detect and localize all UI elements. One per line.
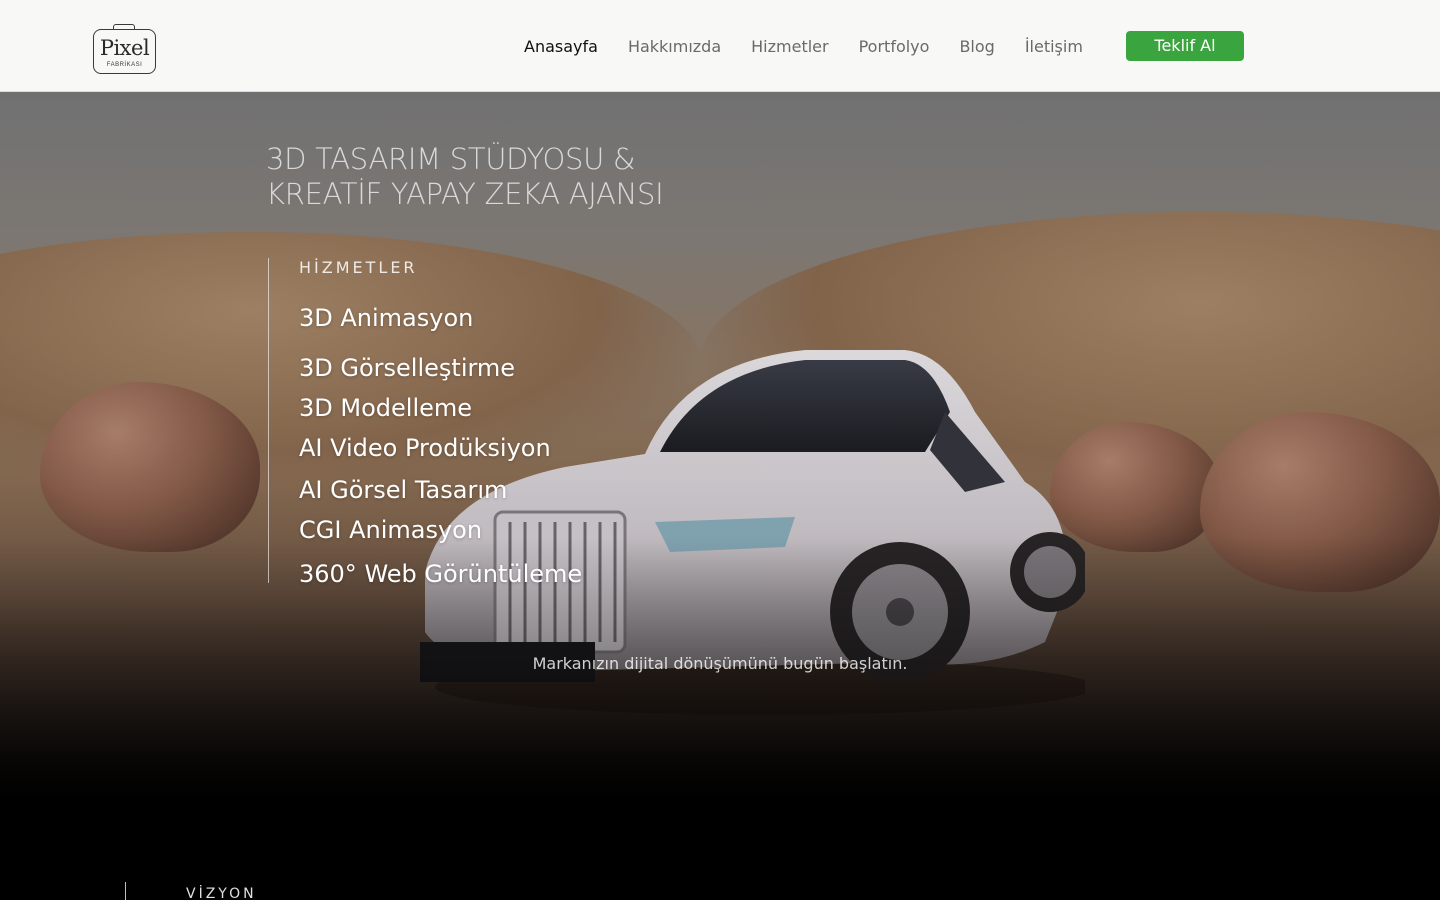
nav-item-iletisim[interactable]: İletişim bbox=[1025, 37, 1083, 56]
hero-title: 3D TASARIM STÜDYOSU & KREATİF YAPAY ZEKA… bbox=[266, 142, 866, 212]
hero-section: 3D TASARIM STÜDYOSU & KREATİF YAPAY ZEKA… bbox=[0, 92, 1440, 900]
vision-heading: VİZYON bbox=[186, 886, 257, 900]
service-item-3d-animasyon[interactable]: 3D Animasyon bbox=[299, 304, 473, 332]
hero-title-line-2: KREATİF YAPAY ZEKA AJANSI bbox=[266, 177, 664, 211]
site-header: Pixel FABRİKASI Anasayfa Hakkımızda Hizm… bbox=[0, 0, 1440, 92]
services-label: HİZMETLER bbox=[299, 258, 418, 277]
logo-word: Pixel bbox=[99, 36, 150, 60]
service-item-ai-video-produksiyon[interactable]: AI Video Prodüksiyon bbox=[299, 434, 551, 462]
nav-item-hizmetler[interactable]: Hizmetler bbox=[751, 37, 828, 56]
service-item-3d-gorsellestirme[interactable]: 3D Görselleştirme bbox=[299, 354, 515, 382]
logo-subtitle: FABRİKASI bbox=[106, 62, 143, 68]
vision-divider bbox=[125, 882, 126, 900]
nav-item-blog[interactable]: Blog bbox=[959, 37, 994, 56]
hero-tagline: Markanızın dijital dönüşümünü bugün başl… bbox=[532, 654, 908, 673]
main-nav: Anasayfa Hakkımızda Hizmetler Portfolyo … bbox=[524, 37, 1113, 56]
service-item-cgi-animasyon[interactable]: CGI Animasyon bbox=[299, 516, 482, 544]
hero-title-line-1: 3D TASARIM STÜDYOSU & bbox=[266, 142, 636, 176]
services-list: HİZMETLER 3D Animasyon 3D Görselleştirme… bbox=[268, 258, 768, 588]
service-item-ai-gorsel-tasarim[interactable]: AI Görsel Tasarım bbox=[299, 476, 507, 504]
service-item-3d-modelleme[interactable]: 3D Modelleme bbox=[299, 394, 472, 422]
pixel-fabrikasi-logo[interactable]: Pixel FABRİKASI bbox=[93, 24, 157, 76]
teklif-al-button[interactable]: Teklif Al bbox=[1126, 31, 1244, 61]
nav-item-portfolyo[interactable]: Portfolyo bbox=[859, 37, 930, 56]
nav-item-anasayfa[interactable]: Anasayfa bbox=[524, 37, 598, 56]
nav-item-hakkimizda[interactable]: Hakkımızda bbox=[628, 37, 721, 56]
service-item-360-web-goruntuleme[interactable]: 360° Web Görüntüleme bbox=[299, 560, 582, 588]
